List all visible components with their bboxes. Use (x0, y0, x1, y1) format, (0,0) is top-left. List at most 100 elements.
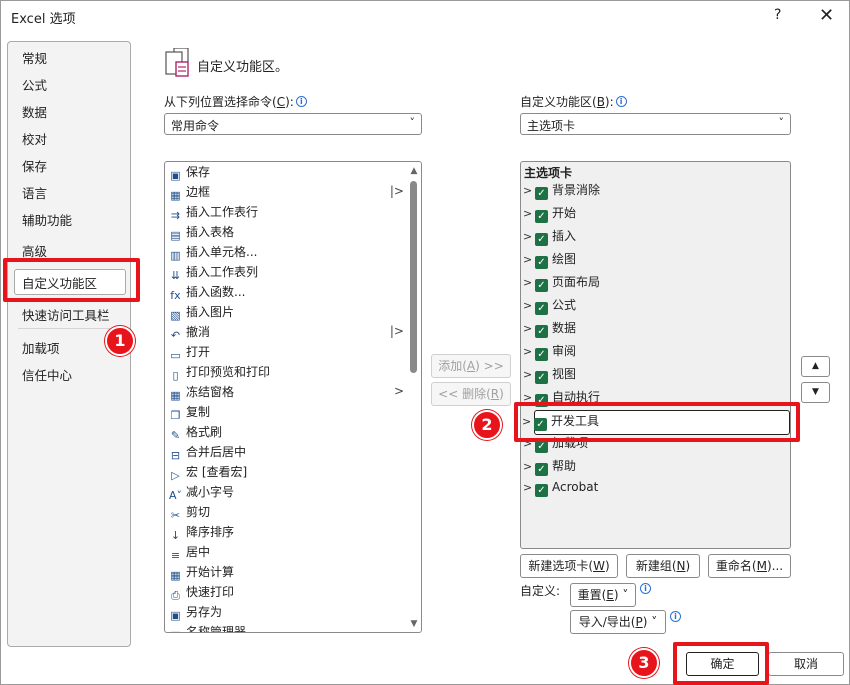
annotation-badge-2: 2 (472, 410, 502, 440)
info-icon[interactable]: i (640, 583, 651, 594)
expand-chevron-icon[interactable]: > (523, 299, 535, 312)
scroll-up-arrow-icon[interactable]: ▲ (409, 166, 419, 176)
expand-chevron-icon[interactable]: > (523, 345, 535, 358)
save-as-icon: ▣ (170, 609, 181, 622)
list-item[interactable]: ⊟ 合并后居中 (168, 443, 404, 463)
remove-button[interactable]: << 删除(R) (431, 382, 511, 406)
expand-chevron-icon[interactable]: > (523, 322, 535, 335)
list-item[interactable]: ▣ 另存为 (168, 603, 404, 623)
choose-commands-label: 从下列位置选择命令(C): i (164, 93, 307, 110)
tab-item[interactable]: > ✓ 数据 (523, 319, 773, 339)
customize-ribbon-dropdown[interactable]: 主选项卡 ˅ (520, 113, 791, 135)
list-item[interactable]: ↶ 撤消 |> (168, 323, 404, 343)
rename-button[interactable]: 重命名(M)... (708, 554, 791, 578)
sidebar-item-quick-access[interactable]: 快速访问工具栏 (22, 305, 110, 324)
sidebar-item-language[interactable]: 语言 (22, 183, 47, 202)
expand-chevron-icon[interactable]: > (523, 184, 535, 197)
list-item[interactable]: ▯ 打印预览和打印 (168, 363, 404, 383)
list-item[interactable]: ↓ 降序排序 (168, 523, 404, 543)
checkbox[interactable]: ✓ (535, 256, 548, 269)
annotation-badge-3: 3 (629, 648, 659, 678)
list-item-label: 插入单元格... (186, 245, 258, 259)
checkbox[interactable]: ✓ (535, 348, 548, 361)
checkbox[interactable]: ✓ (535, 302, 548, 315)
choose-commands-dropdown[interactable]: 常用命令 ˅ (164, 113, 422, 135)
add-button[interactable]: 添加(A) >> (431, 354, 511, 378)
info-icon[interactable]: i (295, 96, 307, 107)
command-list-scrollbar[interactable]: ▲ ▼ (407, 163, 421, 631)
list-item[interactable]: ▷ 宏 [查看宏] (168, 463, 404, 483)
tab-item[interactable]: > ✓ 插入 (523, 227, 773, 247)
sidebar-item-accessibility[interactable]: 辅助功能 (22, 210, 72, 229)
help-button[interactable]: ? (774, 7, 781, 23)
checkbox[interactable]: ✓ (535, 463, 548, 476)
list-item-label: 合并后居中 (186, 445, 247, 459)
expand-chevron-icon[interactable]: > (523, 276, 535, 289)
scroll-thumb[interactable] (410, 181, 417, 373)
list-item[interactable]: ⇊ 插入工作表列 (168, 263, 404, 283)
checkbox[interactable]: ✓ (535, 371, 548, 384)
expand-chevron-icon[interactable]: > (523, 368, 535, 381)
sidebar-item-save[interactable]: 保存 (22, 156, 47, 175)
list-item[interactable]: ▣ 保存 (168, 163, 404, 183)
insert-column-icon: ⇊ (170, 269, 181, 282)
close-button[interactable]: ✕ (819, 5, 834, 26)
move-up-button[interactable]: ▲ (801, 356, 830, 377)
sidebar-item-formulas[interactable]: 公式 (22, 75, 47, 94)
list-item[interactable]: ▧ 插入图片 (168, 303, 404, 323)
move-down-button[interactable]: ▼ (801, 382, 830, 403)
checkbox[interactable]: ✓ (535, 233, 548, 246)
list-item[interactable]: ▦ 边框 |> (168, 183, 404, 203)
expand-chevron-icon[interactable]: > (523, 481, 535, 494)
list-item[interactable]: ▦ 冻结窗格 > (168, 383, 404, 403)
list-item[interactable]: ▦ 开始计算 (168, 563, 404, 583)
copy-icon: ❐ (170, 409, 181, 422)
list-item[interactable]: ⎙ 快速打印 (168, 583, 404, 603)
expand-chevron-icon[interactable]: > (523, 207, 535, 220)
tab-item[interactable]: > ✓ Acrobat (523, 480, 773, 500)
new-tab-button[interactable]: 新建选项卡(W) (520, 554, 618, 578)
info-icon[interactable]: i (670, 611, 681, 622)
checkbox[interactable]: ✓ (535, 187, 548, 200)
expand-chevron-icon[interactable]: > (523, 253, 535, 266)
checkbox[interactable]: ✓ (535, 210, 548, 223)
list-item[interactable]: ▤ 插入表格 (168, 223, 404, 243)
tab-item[interactable]: > ✓ 审阅 (523, 342, 773, 362)
list-item[interactable]: A˅ 减小字号 (168, 483, 404, 503)
list-item[interactable]: ✎ 格式刷 (168, 423, 404, 443)
list-item[interactable]: ⇉ 插入工作表行 (168, 203, 404, 223)
new-group-button[interactable]: 新建组(N) (626, 554, 700, 578)
reset-button[interactable]: 重置(E) ˅ (570, 583, 636, 607)
list-item[interactable]: ✂ 剪切 (168, 503, 404, 523)
info-icon[interactable]: i (615, 96, 627, 107)
tab-item[interactable]: > ✓ 帮助 (523, 457, 773, 477)
checkbox[interactable]: ✓ (535, 279, 548, 292)
tab-item[interactable]: > ✓ 背景消除 (523, 181, 773, 201)
scroll-down-arrow-icon[interactable]: ▼ (409, 619, 419, 629)
tab-item[interactable]: > ✓ 页面布局 (523, 273, 773, 293)
list-item-label: 插入工作表行 (186, 205, 259, 219)
list-item[interactable]: ▥ 插入单元格... (168, 243, 404, 263)
list-item[interactable]: fx 插入函数... (168, 283, 404, 303)
list-item[interactable]: ❐ 复制 (168, 403, 404, 423)
sidebar-item-addins[interactable]: 加载项 (22, 338, 60, 357)
import-export-button[interactable]: 导入/导出(P) ˅ (570, 610, 666, 634)
tab-item[interactable]: > ✓ 绘图 (523, 250, 773, 270)
tab-item[interactable]: > ✓ 公式 (523, 296, 773, 316)
list-item[interactable]: ▤名称管理器 (168, 623, 404, 632)
expand-chevron-icon[interactable]: > (523, 460, 535, 473)
cancel-button[interactable]: 取消 (768, 652, 844, 676)
list-item[interactable]: ▭ 打开 (168, 343, 404, 363)
sidebar-item-data[interactable]: 数据 (22, 102, 47, 121)
sidebar-item-trust-center[interactable]: 信任中心 (22, 365, 72, 384)
command-list[interactable]: ▣ 保存 ▦ 边框 |> ⇉ 插入工作表行 ▤ 插入表格 ▥ 插入单元格... ⇊ 插入工作表列 fx 插入… (164, 161, 422, 633)
sidebar-item-proofing[interactable]: 校对 (22, 129, 47, 148)
sidebar-item-general[interactable]: 常规 (22, 48, 47, 67)
expand-chevron-icon[interactable]: > (523, 230, 535, 243)
list-item[interactable]: ≡ 居中 (168, 543, 404, 563)
checkbox[interactable]: ✓ (535, 325, 548, 338)
tab-item[interactable]: > ✓ 视图 (523, 365, 773, 385)
ribbon-tab-tree[interactable]: 主选项卡 > ✓ 背景消除 > ✓ 开始 > ✓ 插入 > ✓ 绘图 > ✓ 页面布局 > ✓ 公式 > ✓ 数据 > ✓ 审… (520, 161, 791, 549)
checkbox[interactable]: ✓ (535, 484, 548, 497)
tab-item[interactable]: > ✓ 开始 (523, 204, 773, 224)
